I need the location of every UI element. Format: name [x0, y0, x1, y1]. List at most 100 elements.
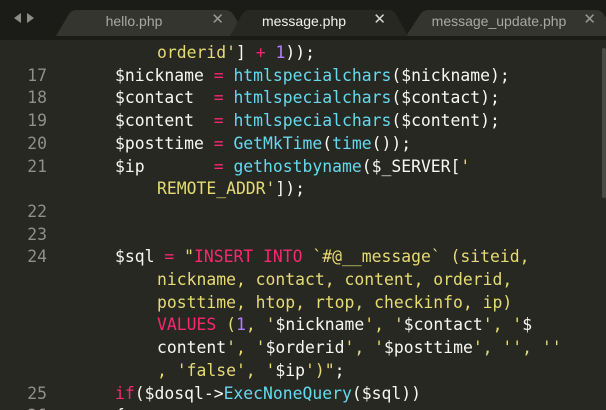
code-token: $sql	[115, 247, 165, 267]
code-token: gethostbyname	[233, 156, 362, 176]
code-token: (	[322, 133, 333, 153]
line-number: 18	[27, 88, 47, 108]
code-token: ($dosql->	[134, 383, 224, 403]
code-token: ());	[371, 133, 412, 153]
code-line[interactable]: orderid'] + 1));	[0, 42, 606, 64]
code-token: content	[157, 338, 227, 358]
code-token: nickname, contact, content, orderid,	[157, 270, 513, 289]
tab-message-php[interactable]: message.php ✕	[230, 4, 408, 36]
code-token: $contact	[115, 88, 214, 108]
code-editor[interactable]: orderid'] + 1)); 17 $nickname = htmlspecia…	[0, 40, 606, 410]
code-text: $sql = "INSERT INTO `#@__message` (sitei…	[115, 246, 530, 268]
code-token: {	[115, 406, 125, 410]
code-line[interactable]: 20 $posttime = GetMkTime(time());	[0, 133, 606, 155]
code-token: REMOTE_ADDR'	[157, 179, 276, 199]
code-token: ($_SERVER[	[361, 156, 461, 176]
code-token: $	[522, 315, 533, 335]
code-token: , '	[245, 315, 276, 335]
code-text: $ip = gethostbyname($_SERVER['	[115, 156, 470, 178]
code-text: orderid'] + 1));	[157, 42, 315, 64]
code-line[interactable]: REMOTE_ADDR']);	[0, 178, 606, 200]
code-line[interactable]: 25 if($dosql->ExecNoneQuery($sql))	[0, 383, 606, 405]
code-text: {	[115, 405, 125, 410]
code-line[interactable]: 17 $nickname = htmlspecialchars($nickname…	[0, 65, 606, 87]
code-token: ', '	[482, 315, 523, 335]
code-text: REMOTE_ADDR']);	[157, 178, 305, 200]
code-token: INSERT INTO	[193, 247, 303, 267]
code-token: ($sql))	[351, 383, 421, 403]
code-token: =	[213, 111, 224, 131]
line-number: 19	[27, 111, 47, 131]
tab-label: message.php	[261, 13, 347, 29]
tab-label: message_update.php	[431, 13, 567, 29]
code-text: content', '$orderid', '$posttime', '', '…	[157, 337, 562, 359]
line-number: 17	[27, 65, 47, 85]
code-text: nickname, contact, content, orderid,	[157, 269, 512, 291]
code-token: ));	[285, 43, 315, 62]
close-icon[interactable]: ✕	[373, 12, 386, 28]
code-token: htmlspecialchars	[233, 65, 392, 85]
code-line[interactable]: 21 $ip = gethostbyname($_SERVER['	[0, 156, 606, 178]
code-line[interactable]: 19 $content = htmlspecialchars($content);	[0, 110, 606, 132]
code-token: $content	[115, 111, 214, 131]
code-line[interactable]: nickname, contact, content, orderid,	[0, 269, 606, 291]
tab-label: hello.php	[105, 13, 163, 29]
tab-nav-arrows	[0, 0, 48, 36]
code-text: posttime, htop, rtop, checkinfo, ip)	[157, 292, 512, 314]
code-line[interactable]: content', '$orderid', '$posttime', '', '…	[0, 337, 606, 359]
code-line[interactable]: 23	[0, 224, 606, 246]
code-token: $nickname	[275, 315, 365, 335]
code-text: $posttime = GetMkTime(time());	[115, 133, 411, 155]
scrollbar-thumb[interactable]	[602, 48, 606, 198]
code-token: `#@__message` (siteid,	[302, 247, 530, 267]
code-line[interactable]: 18 $contact = htmlspecialchars($contact);	[0, 87, 606, 109]
line-number: 24	[27, 247, 47, 267]
code-token: $nickname	[115, 65, 214, 85]
code-token: ', '	[364, 315, 404, 335]
code-line[interactable]: posttime, htop, rtop, checkinfo, ip)	[0, 292, 606, 314]
code-line[interactable]: , 'false', '$ip')";	[0, 360, 606, 382]
code-text: $content = htmlspecialchars($content);	[115, 110, 500, 132]
code-token: =	[164, 247, 175, 267]
code-line[interactable]: 26 {	[0, 405, 606, 410]
code-token: =	[213, 88, 224, 108]
line-number: 22	[27, 201, 47, 221]
code-token: "	[184, 247, 194, 267]
code-text: $nickname = htmlspecialchars($nickname);	[115, 65, 510, 87]
tab-hello-php[interactable]: hello.php ✕	[56, 4, 246, 36]
code-token: ', '', ''	[472, 338, 562, 358]
close-icon[interactable]: ✕	[583, 12, 596, 28]
code-text: VALUES (1, '$nickname', '$contact', '$	[157, 314, 532, 336]
code-token: =	[213, 133, 224, 153]
line-number: 26	[0, 405, 47, 410]
code-text: , 'false', '$ip')";	[157, 360, 345, 382]
tab-message-update-php[interactable]: message_update.php ✕	[406, 4, 606, 36]
code-line[interactable]: 22	[0, 201, 606, 223]
code-token: ', '	[344, 338, 384, 358]
line-number: 20	[27, 133, 47, 153]
code-token: time	[332, 133, 372, 153]
code-token: ;	[334, 360, 345, 380]
code-token: ($content);	[391, 111, 500, 131]
triangle-right-icon[interactable]	[27, 13, 34, 23]
code-token: orderid'	[157, 43, 236, 62]
code-text: if($dosql->ExecNoneQuery($sql))	[115, 383, 421, 405]
code-token: '	[460, 156, 471, 176]
line-number: 25	[27, 383, 47, 403]
triangle-left-icon[interactable]	[14, 13, 21, 23]
code-line[interactable]: 24 $sql = "INSERT INTO `#@__message` (sit…	[0, 246, 606, 268]
code-token: $posttime	[384, 338, 473, 358]
code-token: ($nickname);	[391, 65, 510, 85]
line-number: 23	[27, 224, 47, 244]
code-token: GetMkTime	[233, 133, 323, 153]
close-icon[interactable]: ✕	[211, 12, 224, 28]
code-token: (	[216, 315, 236, 335]
code-line[interactable]: VALUES (1, '$nickname', '$contact', '$	[0, 314, 606, 336]
